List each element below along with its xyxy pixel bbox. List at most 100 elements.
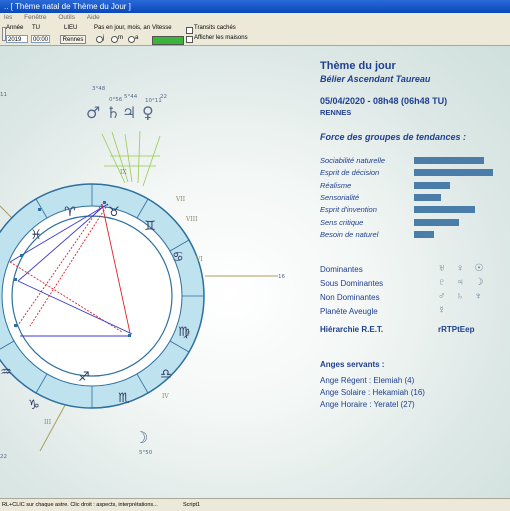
dominant-label: Sous Dominantes <box>320 279 384 288</box>
dominant-symbols: ♅ ♀ ☉ <box>438 263 488 274</box>
speed-label: Vitesse <box>152 25 172 31</box>
planet-marker <box>14 324 17 327</box>
taurus-glyph: ♉ <box>108 205 120 220</box>
house-number: V <box>185 331 191 338</box>
step-month-label: m <box>118 35 123 41</box>
astro-chart[interactable]: ♓ ♈ ♉ ♊ ♋ ♍ ♎ ♏ ♐ ♑ ♒ IX VII VIII VI V I… <box>0 46 320 498</box>
degree-label: 3°48 <box>92 86 106 92</box>
houses-checkbox[interactable] <box>186 36 193 43</box>
step-month-radio[interactable] <box>111 36 118 43</box>
step-year-label: a <box>135 35 139 41</box>
house-number: VI <box>195 256 203 263</box>
degree-label: 5°44 <box>124 94 138 100</box>
step-label: Pas en jour, mois, an <box>94 25 151 31</box>
dominant-label: Non Dominantes <box>320 293 380 302</box>
aries-glyph: ♈ <box>64 205 76 220</box>
tendency-bar <box>414 181 450 189</box>
theme-datetime: 05/04/2020 - 08h48 (06h48 TU) <box>320 96 448 106</box>
speed-slider[interactable] <box>152 36 184 45</box>
degree-label: 16 <box>278 274 285 280</box>
planet-marker <box>14 278 17 281</box>
theme-title: Thème du jour <box>320 60 396 72</box>
aquarius-glyph: ♒ <box>0 365 12 380</box>
theme-subtitle: Bélier Ascendant Taureau <box>320 74 431 84</box>
title-bar: .. [ Thème natal de Thème du Jour ] <box>0 0 510 13</box>
planet-marker <box>38 208 41 211</box>
planet-fan-lines <box>101 130 161 187</box>
hierarchy-label: Hiérarchie R.E.T. <box>320 325 384 334</box>
tendency-label: Réalisme <box>320 180 352 190</box>
menu-item-help[interactable]: Aide <box>87 14 100 21</box>
main-area: ♓ ♈ ♉ ♊ ♋ ♍ ♎ ♏ ♐ ♑ ♒ IX VII VIII VI V I… <box>0 46 510 498</box>
houses-label: Afficher les maisons <box>194 35 248 41</box>
menu-item-tools[interactable]: Outils <box>58 14 75 21</box>
dominant-symbols: ☿ <box>438 305 450 316</box>
lieu-label: LIEU <box>64 25 78 31</box>
tendency-bar <box>414 157 484 164</box>
tu-input[interactable]: 00:00 <box>31 35 50 43</box>
window-title: .. [ Thème natal de Thème du Jour ] <box>4 2 131 11</box>
ange-solaire[interactable]: Ange Solaire : Hekamiah (16) <box>320 388 425 397</box>
lieu-button[interactable]: Rennes <box>60 35 86 44</box>
status-bar: RL+CLIC sur chaque astre. Clic droit : a… <box>0 498 510 511</box>
step-day-radio[interactable] <box>96 36 103 43</box>
transits-checkbox[interactable] <box>186 27 193 34</box>
force-title: Force des groupes de tendances : <box>320 132 467 142</box>
year-input[interactable]: 2019 <box>6 35 28 43</box>
menu-item-files[interactable]: les <box>4 14 12 21</box>
degree-label: 5°50 <box>139 450 153 456</box>
degree-label: 22 <box>0 454 7 460</box>
venus-glyph: ♀ <box>142 103 154 122</box>
house-number: IX <box>120 169 127 176</box>
ange-regent[interactable]: Ange Régent : Elemiah (4) <box>320 376 414 385</box>
year-label: Année <box>6 25 24 31</box>
degree-label: 0°56 <box>109 97 123 103</box>
toolbar: Année 2019 TU 00:00 LIEU Rennes Pas en j… <box>0 23 510 46</box>
tendency-label: Sens critique <box>320 217 364 227</box>
tendency-label: Esprit de décision <box>320 168 380 178</box>
house-number: III <box>44 419 52 426</box>
dominant-label: Planète Aveugle <box>320 307 378 316</box>
scorpio-glyph: ♏ <box>118 391 130 406</box>
menu-item-window[interactable]: Fenêtre <box>24 14 46 21</box>
tendency-bar <box>414 206 475 214</box>
mars-glyph: ♂ <box>86 103 100 122</box>
status-hint: RL+CLIC sur chaque astre. Clic droit : a… <box>2 502 158 508</box>
tendency-label: Sociabilité naturelle <box>320 156 386 165</box>
dominant-symbols: ♇ ♃ ☽ <box>438 277 488 288</box>
transits-label: Transits cachés <box>194 25 236 31</box>
degree-label: 22 <box>160 94 167 100</box>
house-number: VII <box>175 196 186 203</box>
tendency-bar <box>414 169 493 177</box>
house-number: IV <box>162 393 169 400</box>
dominant-symbols: ♂ ♄ ♆ <box>438 291 487 302</box>
step-year-radio[interactable] <box>128 36 135 43</box>
saturn-glyph: ♄ <box>106 103 120 122</box>
house-number: VIII <box>185 216 198 223</box>
planet-marker <box>20 254 23 257</box>
gemini-glyph: ♊ <box>144 219 156 234</box>
ange-horaire[interactable]: Ange Horaire : Yeratel (27) <box>320 400 415 409</box>
theme-city: RENNES <box>320 108 352 117</box>
anges-title: Anges servants : <box>320 360 385 369</box>
sagittarius-glyph: ♐ <box>78 370 90 385</box>
tendency-bar <box>414 218 459 226</box>
tu-label: TU <box>32 25 40 31</box>
step-day-label: j <box>103 35 105 41</box>
tendency-label: Sensorialité <box>320 192 360 202</box>
menu-bar: les Fenêtre Outils Aide <box>0 13 510 23</box>
pisces-glyph: ♓ <box>30 228 42 243</box>
degree-label: 11 <box>0 92 7 98</box>
jupiter-glyph: ♃ <box>122 103 136 122</box>
tendency-bar <box>414 193 441 201</box>
libra-glyph: ♎ <box>160 367 172 382</box>
dominant-label: Dominantes <box>320 265 363 274</box>
hierarchy-value: rRTPtEep <box>438 325 475 334</box>
tendency-label: Esprit d'invention <box>320 205 377 215</box>
moon-glyph: ☽ <box>134 428 148 447</box>
capricorn-glyph: ♑ <box>28 398 40 413</box>
status-script: Script1 <box>183 502 201 508</box>
tendency-label: Besoin de naturel <box>320 229 379 239</box>
tendency-bar <box>414 230 434 238</box>
planet-marker <box>128 334 131 337</box>
